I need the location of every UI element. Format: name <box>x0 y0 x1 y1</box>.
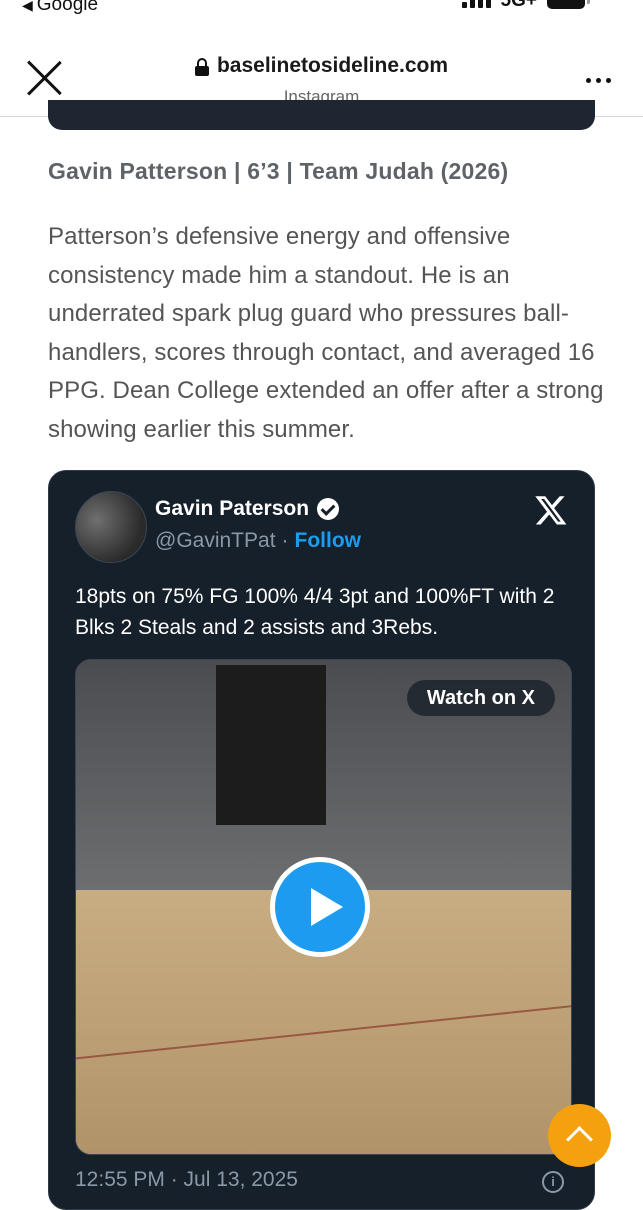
lock-icon <box>194 58 209 76</box>
tweet-handle-row: @GavinTPat · Follow <box>155 529 361 553</box>
player-subhead: Gavin Patterson | 6’3 | Team Judah (2026… <box>48 158 509 184</box>
network-label: 5G+ <box>500 0 537 11</box>
watch-on-x-button[interactable]: Watch on X <box>406 680 555 716</box>
x-logo-icon[interactable] <box>534 493 568 527</box>
verified-icon <box>317 498 340 520</box>
follow-button[interactable]: Follow <box>295 529 362 553</box>
status-indicators: 5G+ <box>461 0 590 12</box>
battery-icon <box>547 0 590 9</box>
back-to-google-link[interactable]: ◀ Google <box>22 0 98 16</box>
author-name: Gavin Paterson <box>155 497 310 520</box>
tweet-video[interactable]: Watch on X <box>75 659 572 1155</box>
info-icon[interactable]: i <box>542 1171 564 1193</box>
avatar[interactable] <box>75 491 147 563</box>
tweet-author[interactable]: Gavin Paterson <box>155 497 340 521</box>
separator: · <box>281 529 289 552</box>
back-triangle-icon: ◀ <box>22 0 33 13</box>
tweet-text: 18pts on 75% FG 100% 4/4 3pt and 100%FT … <box>75 585 555 639</box>
previous-embed-card <box>48 100 595 130</box>
play-icon[interactable] <box>270 857 370 957</box>
url-domain: baselinetosideline.com <box>216 54 449 77</box>
back-label: Google <box>36 0 99 15</box>
more-icon[interactable] <box>586 78 611 83</box>
signal-icon <box>461 0 491 8</box>
video-frame-door <box>216 665 326 825</box>
author-handle[interactable]: @GavinTPat <box>155 529 276 553</box>
chevron-up-icon[interactable] <box>548 1104 611 1167</box>
player-description: Patterson’s defensive energy and offensi… <box>48 223 604 443</box>
status-bar: ◀ Google 5G+ <box>0 0 643 20</box>
tweet-timestamp[interactable]: 12:55 PM · Jul 13, 2025 <box>75 1168 298 1192</box>
tweet-embed[interactable]: Gavin Paterson @GavinTPat · Follow 18pts… <box>48 470 595 1210</box>
